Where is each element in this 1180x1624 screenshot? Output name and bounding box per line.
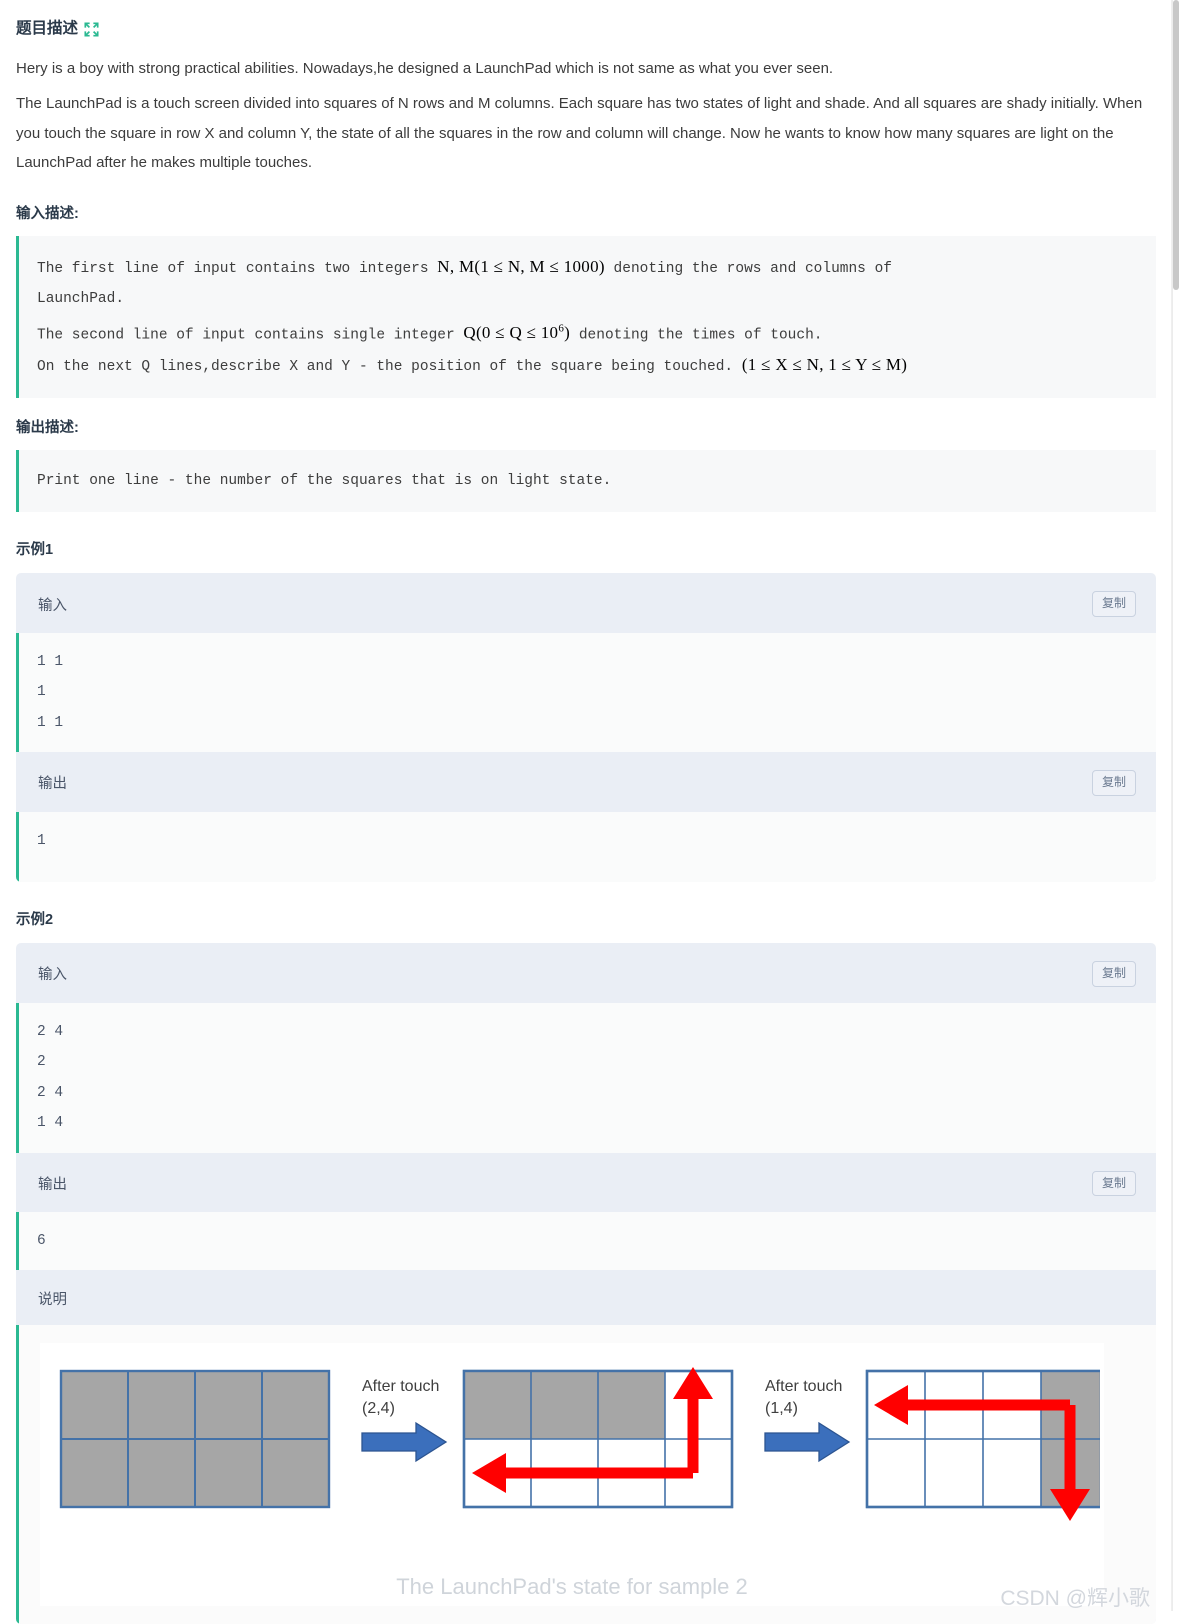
input-desc-line-3: The second line of input contains single… [37,314,1156,351]
example-2-input-label: 输入 [38,967,67,984]
input-desc-math-xy: (1 ≤ X ≤ N, 1 ≤ Y ≤ M) [741,355,908,375]
page-title: 题目描述 [16,0,1156,54]
example-1-input-header: 输入 复制 [16,573,1156,632]
example-1-input-body: 1 1 1 1 1 [16,632,1156,753]
example-1-output-header: 输出 复制 [16,752,1156,811]
figure-caption: The LaunchPad's state for sample 2 [396,1574,748,1600]
example-2-output-label: 输出 [38,1176,67,1193]
example-1-input-label: 输入 [38,597,67,614]
step-label-after-touch-1-4: After touch (1,4) [765,1378,842,1417]
example-2-input-line: 2 4 [37,1023,64,1040]
example-2-input-line: 2 4 [37,1084,64,1101]
input-desc-line-3-b: denoting the times of touch. [570,327,823,344]
example-2-note-body: After touch (2,4) After touch (1,4) The … [16,1325,1156,1624]
example-2-input-header: 输入 复制 [16,943,1156,1002]
after-touch-coord-2: (1,4) [765,1400,798,1417]
example-2-card: 输入 复制 2 4 2 2 4 1 4 输出 复制 6 说明 After tou… [16,943,1156,1624]
example-2-output-body: 6 [16,1211,1156,1271]
vertical-scrollbar-thumb[interactable] [1173,0,1179,290]
output-description-heading: 输出描述: [16,420,79,437]
problem-page: 题目描述 Hery is a boy with strong practical… [0,0,1172,1624]
example-1-output-line: 1 [37,832,46,849]
input-desc-line-4: On the next Q lines,describe X and Y - t… [37,350,1156,382]
example-2-input-line: 2 [37,1054,46,1071]
example-1-card: 输入 复制 1 1 1 1 1 输出 复制 1 [16,573,1156,883]
launchpad-diagram-svg: After touch (2,4) After touch (1,4) [59,1367,1103,1522]
example-1-input-line: 1 [37,684,46,701]
blue-arrow-icon-1 [361,1422,448,1463]
example-1-title: 示例1 [16,542,54,559]
example-1-input-line: 1 1 [37,714,64,731]
input-desc-math-q-base: Q(0 ≤ Q ≤ 10 [463,323,559,343]
input-desc-line-4-a: On the next Q lines,describe X and Y - t… [37,359,742,376]
input-desc-math-q: Q(0 ≤ Q ≤ 106) [463,323,570,343]
grid-after-2-4 [462,1367,734,1509]
example-1-output-label: 输出 [38,776,67,793]
example-2-note-header: 说明 [16,1270,1156,1325]
description-line-1: Hery is a boy with strong practical abil… [16,59,834,77]
example-2-output-copy-button[interactable]: 复制 [1091,1170,1136,1196]
example-1-output-copy-button[interactable]: 复制 [1091,770,1136,796]
input-desc-math-nm: N, M(1 ≤ N, M ≤ 1000) [437,256,605,276]
grid-after-1-4 [865,1370,1103,1522]
example-2-note-label: 说明 [38,1292,67,1309]
expand-arrows-icon[interactable] [84,22,99,37]
example-1-input-line: 1 1 [37,653,64,670]
example-2-input-body: 2 4 2 2 4 1 4 [16,1002,1156,1153]
example-2-output-line: 6 [37,1232,46,1249]
launchpad-figure: After touch (2,4) After touch (1,4) The … [40,1343,1104,1607]
output-description-block: Print one line - the number of the squar… [16,450,1156,513]
example-2-input-line: 1 4 [37,1115,64,1132]
example-1-output-body: 1 [16,811,1156,883]
csdn-watermark: CSDN @辉小歌 [1000,1587,1150,1611]
example-2-output-header: 输出 复制 [16,1153,1156,1212]
example-2-input-copy-button[interactable]: 复制 [1091,961,1136,987]
grid-initial [59,1370,331,1509]
page-title-text: 题目描述 [16,20,79,37]
step-label-after-touch-2-4: After touch (2,4) [362,1378,439,1417]
after-touch-coord-1: (2,4) [362,1400,395,1417]
input-desc-line-1: The first line of input contains two int… [37,252,1156,284]
input-description-block: The first line of input contains two int… [16,235,1156,399]
input-desc-line-3-a: The second line of input contains single… [37,327,464,344]
input-desc-line-2: LaunchPad. [37,290,125,307]
description-line-2: The LaunchPad is a touch screen divided … [16,95,1143,172]
blue-arrow-icon-2 [764,1422,851,1463]
output-desc-text: Print one line - the number of the squar… [37,473,612,490]
input-description-heading: 输入描述: [16,205,79,222]
example-1-input-copy-button[interactable]: 复制 [1091,591,1136,617]
example-2-title: 示例2 [16,912,54,929]
input-desc-line-1-a: The first line of input contains two int… [37,260,438,277]
vertical-scrollbar[interactable] [1172,0,1180,1611]
input-desc-line-1-b: denoting the rows and columns of [604,260,892,277]
after-touch-label-1: After touch [362,1378,439,1395]
after-touch-label-2: After touch [765,1378,842,1395]
